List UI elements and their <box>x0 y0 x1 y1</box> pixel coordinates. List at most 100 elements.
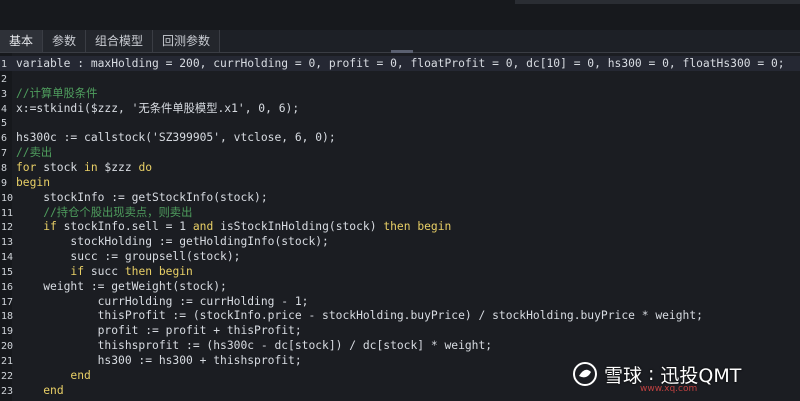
line-code: begin <box>13 175 50 190</box>
keyword-token: for <box>16 160 37 174</box>
line-code: if succ then begin <box>13 264 193 279</box>
code-token: stockHolding := getHoldingInfo(stock); <box>16 235 329 249</box>
line-number: 14 <box>1 252 14 264</box>
line-number: 21 <box>1 356 14 367</box>
line-number: 12 <box>1 222 14 234</box>
code-line[interactable]: 11 //持仓个股出现卖点，则卖出 <box>0 205 800 220</box>
code-token: hs300c := callstock('SZ399905', vtclose,… <box>16 131 336 145</box>
line-number: 10 <box>1 192 14 204</box>
keyword-token: begin <box>16 175 51 189</box>
keyword-token: end <box>70 368 91 382</box>
keyword-token: if <box>43 220 57 234</box>
code-line[interactable]: 20 thishsprofit := (hs300c - dc[stock]) … <box>0 338 800 353</box>
line-code: thisProfit := (stockInfo.price - stockHo… <box>13 308 703 323</box>
code-token: stockInfo := getStockInfo(stock); <box>16 190 268 204</box>
code-line[interactable]: 2 <box>0 71 800 86</box>
line-code: //计算单股条件 <box>13 86 97 101</box>
line-number: 8 <box>1 162 8 174</box>
comment-token: //计算单股条件 <box>16 86 98 100</box>
keyword-token: if <box>70 264 85 278</box>
line-number: 15 <box>1 266 14 278</box>
code-line[interactable]: 4 x:=stkindi($zzz, '无条件单股模型.x1', 0, 6); <box>0 101 800 116</box>
tab-params[interactable]: 参数 <box>43 30 87 52</box>
line-code: x:=stkindi($zzz, '无条件单股模型.x1', 0, 6); <box>13 101 299 116</box>
code-token: stockInfo.sell = 1 <box>56 220 193 234</box>
code-token: hs300 := hs300 + thishsprofit; <box>16 354 302 367</box>
code-line[interactable]: 7 //卖出 <box>0 145 800 160</box>
code-token: succ := groupsell(stock); <box>16 250 241 264</box>
code-line[interactable]: 18 thisProfit := (stockInfo.price - stoc… <box>0 308 800 323</box>
line-number: 4 <box>1 103 8 115</box>
line-number: 18 <box>1 311 14 323</box>
line-number: 9 <box>1 177 8 189</box>
keyword-token: and <box>192 220 214 234</box>
keyword-token: do <box>138 160 153 174</box>
code-line[interactable]: 3 //计算单股条件 <box>0 86 800 101</box>
line-number: 17 <box>1 296 14 308</box>
window-top-bar <box>0 0 800 30</box>
line-number: 3 <box>1 88 8 100</box>
code-line[interactable]: 14 succ := groupsell(stock); <box>0 249 800 264</box>
keyword-token: end <box>43 383 64 397</box>
code-line[interactable]: 13 stockHolding := getHoldingInfo(stock)… <box>0 234 800 249</box>
line-code: end <box>13 368 91 383</box>
line-code: succ := groupsell(stock); <box>13 249 240 264</box>
line-number: 7 <box>1 148 8 160</box>
top-bar-ridge <box>515 0 800 4</box>
watermark-site: www.xq.com <box>640 384 698 394</box>
code-token: variable : maxHolding = 200, currHolding… <box>16 57 785 70</box>
tab-basic[interactable]: 基本 <box>0 30 44 52</box>
code-token: $zzz <box>97 160 139 174</box>
line-code: if stockInfo.sell = 1 and isStockInHoldi… <box>13 219 451 234</box>
line-code: currHolding := currHolding - 1; <box>13 294 309 309</box>
line-number: 2 <box>1 73 8 85</box>
line-code: //卖出 <box>13 145 52 160</box>
code-token: thisProfit := (stockInfo.price - stockHo… <box>16 309 703 323</box>
line-code: stockHolding := getHoldingInfo(stock); <box>13 234 329 249</box>
tab-portfolio-model[interactable]: 组合模型 <box>86 30 154 52</box>
line-number: 20 <box>1 341 14 353</box>
code-token: weight := getWeight(stock); <box>16 279 227 293</box>
line-code: for stock in $zzz do <box>13 160 152 175</box>
line-number: 13 <box>1 237 14 249</box>
code-line[interactable]: 6 hs300c := callstock('SZ399905', vtclose… <box>0 130 800 145</box>
code-editor[interactable]: 1 variable : maxHolding = 200, currHoldin… <box>0 53 800 401</box>
watermark-separator: : <box>648 363 655 385</box>
code-token: stock <box>36 160 85 174</box>
line-code: weight := getWeight(stock); <box>13 279 227 294</box>
code-line[interactable]: 5 <box>0 115 800 130</box>
keyword-token: in <box>84 160 98 174</box>
code-line[interactable]: 9 begin <box>0 175 800 190</box>
keyword-token: then begin <box>124 264 193 278</box>
code-line[interactable]: 15 if succ then begin <box>0 264 800 279</box>
comment-token: //持仓个股出现卖点，则卖出 <box>16 205 193 219</box>
line-number: 11 <box>1 207 14 219</box>
code-line[interactable]: 12 if stockInfo.sell = 1 and isStockInHo… <box>0 219 800 234</box>
code-token: succ <box>84 264 125 278</box>
code-token: isStockInHolding(stock) <box>213 220 384 234</box>
line-number: 22 <box>1 370 14 382</box>
tab-backtest-params[interactable]: 回测参数 <box>153 30 221 52</box>
line-code: end <box>13 383 64 398</box>
watermark-brand: 雪球 <box>604 364 643 387</box>
code-line[interactable]: 19 profit := profit + thisProfit; <box>0 323 800 338</box>
code-line[interactable]: 17 currHolding := currHolding - 1; <box>0 294 800 309</box>
line-number: 16 <box>1 281 14 293</box>
line-code: stockInfo := getStockInfo(stock); <box>13 190 268 205</box>
code-token: thishsprofit := (hs300c - dc[stock]) / d… <box>16 339 493 353</box>
line-number: 19 <box>1 326 14 338</box>
comment-token: //卖出 <box>16 146 53 160</box>
line-code: variable : maxHolding = 200, currHolding… <box>13 56 785 71</box>
code-token: profit := profit + thisProfit; <box>16 324 302 338</box>
code-line[interactable]: 8 for stock in $zzz do <box>0 160 800 175</box>
code-line[interactable]: 1 variable : maxHolding = 200, currHoldin… <box>0 56 800 71</box>
line-code: thishsprofit := (hs300c - dc[stock]) / d… <box>13 338 492 353</box>
code-line[interactable]: 16 weight := getWeight(stock); <box>0 279 800 294</box>
code-line[interactable]: 10 stockInfo := getStockInfo(stock); <box>0 190 800 205</box>
line-number: 6 <box>1 133 8 145</box>
line-number: 23 <box>1 385 14 397</box>
